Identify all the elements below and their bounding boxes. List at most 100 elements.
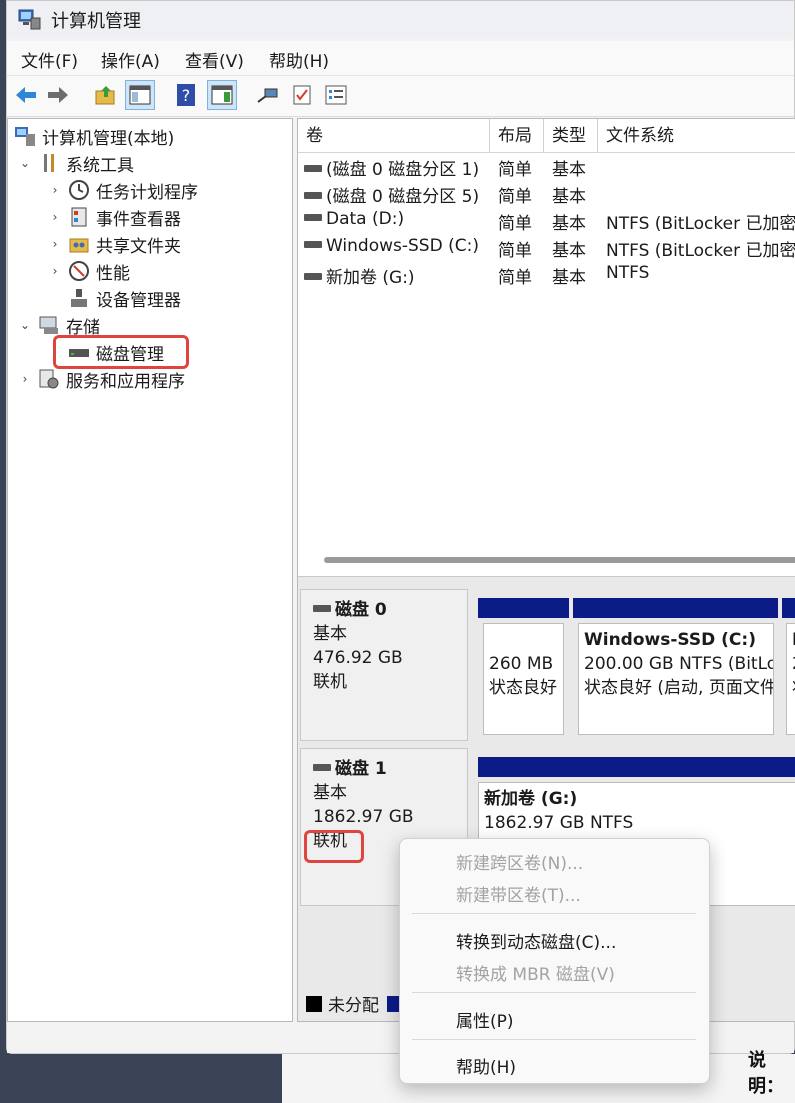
- tree-label: 设备管理器: [96, 290, 181, 311]
- checklist-icon: [293, 85, 311, 105]
- partition-data[interactable]: D 2 状: [786, 623, 795, 735]
- volume-row[interactable]: 新加卷 (G:) 简单 基本 NTFS: [298, 261, 795, 288]
- partition-size: 200.00 GB NTFS (BitLo: [584, 654, 774, 674]
- volume-name-cell: (磁盘 0 磁盘分区 5): [304, 182, 479, 207]
- event-viewer-icon: [68, 206, 90, 228]
- clock-icon: [68, 179, 90, 201]
- tree-label: 性能: [96, 263, 130, 284]
- disk-icon: [304, 192, 322, 199]
- chevron-right-icon[interactable]: ›: [48, 210, 62, 224]
- highlight-box-online: [304, 830, 364, 863]
- partition-windows-ssd[interactable]: Windows-SSD (C:) 200.00 GB NTFS (BitLo 状…: [578, 623, 774, 735]
- volume-row[interactable]: (磁盘 0 磁盘分区 5) 简单 基本: [298, 180, 795, 207]
- type-cell: 基本: [552, 160, 586, 180]
- type-cell: 基本: [552, 268, 586, 288]
- tree-label: 服务和应用程序: [66, 371, 185, 392]
- computer-management-icon: [14, 125, 36, 147]
- volume-row[interactable]: Data (D:) 简单 基本 NTFS (BitLocker 已加密: [298, 207, 795, 234]
- column-header-volume[interactable]: 卷: [298, 119, 490, 153]
- properties-button[interactable]: [321, 80, 351, 110]
- chevron-right-icon[interactable]: ›: [48, 183, 62, 197]
- tree-label: 存储: [66, 317, 100, 338]
- menu-new-striped-volume[interactable]: 新建带区卷(T)...: [456, 881, 581, 906]
- show-action-pane-button[interactable]: [207, 80, 237, 110]
- disk-icon: [304, 165, 322, 172]
- menu-help[interactable]: 帮助(H): [269, 47, 329, 72]
- tree-task-scheduler[interactable]: › 任务计划程序: [48, 177, 198, 203]
- disk-name: 磁盘 0: [335, 600, 387, 620]
- legend: 未分配: [306, 991, 409, 1016]
- tree-root[interactable]: 计算机管理(本地): [14, 123, 174, 149]
- folder-up-icon: [95, 86, 115, 105]
- menu-help[interactable]: 帮助(H): [456, 1053, 516, 1078]
- chevron-down-icon[interactable]: ⌄: [18, 318, 32, 332]
- tree-label: 系统工具: [66, 155, 134, 176]
- menu-convert-to-mbr[interactable]: 转换成 MBR 磁盘(V): [456, 960, 615, 985]
- partition-status: 状态良好: [489, 678, 557, 698]
- horizontal-scrollbar[interactable]: [324, 557, 795, 563]
- volume-row[interactable]: Windows-SSD (C:) 简单 基本 NTFS (BitLocker 已…: [298, 234, 795, 261]
- partition-bar: [478, 757, 795, 777]
- fs-cell: NTFS: [606, 263, 650, 283]
- chevron-right-icon[interactable]: ›: [48, 264, 62, 278]
- computer-management-icon: [18, 9, 41, 30]
- menu-view[interactable]: 查看(V): [185, 47, 244, 72]
- menu-properties[interactable]: 属性(P): [456, 1007, 514, 1032]
- back-arrow-icon: [16, 87, 36, 103]
- menu-file[interactable]: 文件(F): [21, 47, 78, 72]
- disk-icon: [313, 764, 331, 771]
- partition-size: 1862.97 GB NTFS: [484, 813, 634, 833]
- tools-icon: [38, 152, 60, 174]
- checklist-button[interactable]: [287, 80, 317, 110]
- help-book-icon: ?: [177, 84, 195, 106]
- tree-event-viewer[interactable]: › 事件查看器: [48, 204, 181, 230]
- layout-cell: 简单: [498, 268, 532, 288]
- partition-title: 新加卷 (G:): [484, 789, 578, 809]
- partition-efi[interactable]: 260 MB 状态良好: [483, 623, 564, 735]
- column-header-type[interactable]: 类型: [544, 119, 598, 153]
- tree-performance[interactable]: › 性能: [48, 258, 130, 284]
- action-pane-icon: [211, 85, 233, 105]
- tree-device-manager[interactable]: 设备管理器: [68, 285, 181, 311]
- storage-icon: [38, 314, 60, 336]
- services-icon: [38, 368, 60, 390]
- forward-button[interactable]: [43, 80, 73, 110]
- menu-new-spanned-volume[interactable]: 新建跨区卷(N)...: [456, 849, 583, 874]
- tree-label: 共享文件夹: [96, 236, 181, 257]
- connect-icon: [257, 88, 278, 103]
- legend-swatch-unallocated: [306, 995, 322, 1012]
- disk-icon: [304, 214, 322, 221]
- layout-cell: 简单: [498, 214, 532, 234]
- chevron-down-icon[interactable]: ⌄: [18, 156, 32, 170]
- disk-icon: [313, 605, 331, 612]
- partition-bar: [573, 598, 778, 618]
- disk-name: 磁盘 1: [335, 759, 387, 779]
- device-manager-icon: [68, 287, 90, 309]
- tree-system-tools[interactable]: ⌄ 系统工具: [18, 150, 134, 176]
- type-cell: 基本: [552, 241, 586, 261]
- disk-0-label[interactable]: 磁盘 0 基本 476.92 GB 联机: [300, 589, 468, 741]
- show-hide-tree-button[interactable]: [125, 80, 155, 110]
- help-button[interactable]: ?: [171, 80, 201, 110]
- column-header-filesystem[interactable]: 文件系统: [598, 119, 795, 153]
- svg-text:?: ?: [182, 86, 191, 105]
- volume-row[interactable]: (磁盘 0 磁盘分区 1) 简单 基本: [298, 153, 795, 180]
- performance-icon: [68, 260, 90, 282]
- up-level-button[interactable]: [91, 80, 121, 110]
- tree-services-apps[interactable]: › 服务和应用程序: [18, 366, 185, 392]
- chevron-right-icon[interactable]: ›: [18, 372, 32, 386]
- fs-cell: NTFS (BitLocker 已加密: [606, 214, 795, 234]
- chevron-right-icon[interactable]: ›: [48, 237, 62, 251]
- connect-button[interactable]: [253, 80, 283, 110]
- partition-status: 状态良好 (启动, 页面文件: [584, 678, 774, 698]
- tree-shared-folders[interactable]: › 共享文件夹: [48, 231, 181, 257]
- menu-convert-to-dynamic[interactable]: 转换到动态磁盘(C)...: [456, 928, 616, 953]
- disk-size: 476.92 GB: [313, 648, 403, 668]
- column-header-layout[interactable]: 布局: [490, 119, 544, 153]
- menu-action[interactable]: 操作(A): [101, 47, 160, 72]
- tree-label: 任务计划程序: [96, 182, 198, 203]
- window-title: 计算机管理: [51, 11, 141, 32]
- partition-bar: [782, 598, 795, 618]
- legend-label-unallocated: 未分配: [328, 996, 379, 1016]
- back-button[interactable]: [11, 80, 41, 110]
